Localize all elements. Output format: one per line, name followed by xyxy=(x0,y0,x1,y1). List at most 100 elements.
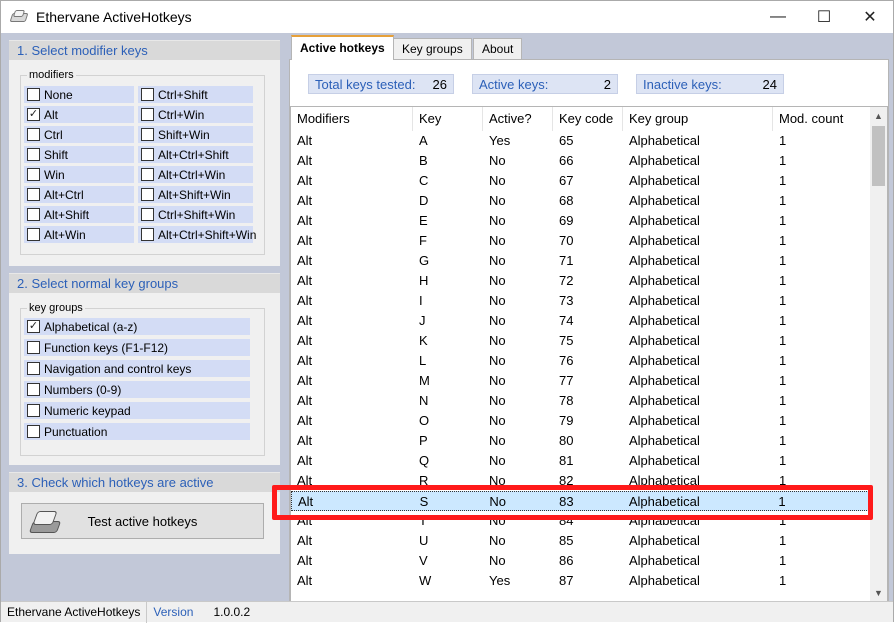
table-row[interactable]: Alt H No 72 Alphabetical 1 xyxy=(291,271,871,291)
checkbox-box[interactable] xyxy=(141,88,154,101)
close-button[interactable]: ✕ xyxy=(847,1,893,33)
table-row[interactable]: Alt P No 80 Alphabetical 1 xyxy=(291,431,871,451)
table-row[interactable]: Alt E No 69 Alphabetical 1 xyxy=(291,211,871,231)
active-keys-stat: Active keys: 2 xyxy=(472,74,618,94)
checkbox-ctrl-shift-win[interactable]: Ctrl+Shift+Win xyxy=(138,206,253,223)
checkbox-box[interactable] xyxy=(141,148,154,161)
checkbox-box[interactable] xyxy=(141,208,154,221)
checkmark-icon[interactable]: ✓ xyxy=(27,108,40,121)
cell-key: I xyxy=(419,293,423,308)
checkbox-box[interactable] xyxy=(27,168,40,181)
checkbox-alt-ctrl-shift[interactable]: Alt+Ctrl+Shift xyxy=(138,146,253,163)
table-row[interactable]: Alt I No 73 Alphabetical 1 xyxy=(291,291,871,311)
minimize-button[interactable]: — xyxy=(755,1,801,33)
app-window: Ethervane ActiveHotkeys — ☐ ✕ 1. Select … xyxy=(0,0,894,623)
checkbox-shift[interactable]: Shift xyxy=(24,146,134,163)
table-row[interactable]: Alt G No 71 Alphabetical 1 xyxy=(291,251,871,271)
checkbox-box[interactable] xyxy=(27,404,40,417)
table-row[interactable]: Alt C No 67 Alphabetical 1 xyxy=(291,171,871,191)
checkbox-box[interactable] xyxy=(27,188,40,201)
checkbox-shift-win[interactable]: Shift+Win xyxy=(138,126,253,143)
cell-active: No xyxy=(489,193,506,208)
table-row[interactable]: Alt B No 66 Alphabetical 1 xyxy=(291,151,871,171)
cell-key: F xyxy=(419,233,427,248)
hotkeys-table[interactable]: Modifiers Key Active? Key code Key group… xyxy=(290,106,888,602)
cell-key: A xyxy=(419,133,428,148)
cell-active: No xyxy=(489,293,506,308)
table-row[interactable]: Alt F No 70 Alphabetical 1 xyxy=(291,231,871,251)
table-row[interactable]: Alt A Yes 65 Alphabetical 1 xyxy=(291,131,871,151)
test-active-hotkeys-button[interactable]: Test active hotkeys xyxy=(21,503,264,539)
checkbox-box[interactable] xyxy=(141,168,154,181)
scroll-up-icon[interactable]: ▲ xyxy=(870,107,887,124)
vertical-scrollbar[interactable]: ▲ ▼ xyxy=(870,107,887,601)
tab-active-hotkeys[interactable]: Active hotkeys xyxy=(291,35,394,60)
table-row[interactable]: Alt W Yes 87 Alphabetical 1 xyxy=(291,571,871,591)
table-row[interactable]: Alt J No 74 Alphabetical 1 xyxy=(291,311,871,331)
column-header-key[interactable]: Key xyxy=(413,107,483,131)
checkbox-alphabetical-a-z[interactable]: ✓ Alphabetical (a-z) xyxy=(24,318,250,335)
table-row[interactable]: Alt K No 75 Alphabetical 1 xyxy=(291,331,871,351)
checkbox-box[interactable] xyxy=(27,341,40,354)
checkbox-alt-win[interactable]: Alt+Win xyxy=(24,226,134,243)
cell-mod-count: 1 xyxy=(779,193,787,208)
tab-about[interactable]: About xyxy=(473,38,523,59)
checkbox-navigation-and-control-keys[interactable]: Navigation and control keys xyxy=(24,360,250,377)
table-row[interactable]: Alt N No 78 Alphabetical 1 xyxy=(291,391,871,411)
maximize-button[interactable]: ☐ xyxy=(801,1,847,33)
table-row[interactable]: Alt V No 86 Alphabetical 1 xyxy=(291,551,871,571)
checkbox-box[interactable] xyxy=(141,228,154,241)
checkbox-box[interactable] xyxy=(27,148,40,161)
checkbox-box[interactable] xyxy=(27,383,40,396)
checkbox-box[interactable] xyxy=(27,128,40,141)
checkbox-none[interactable]: None xyxy=(24,86,134,103)
table-row[interactable]: Alt L No 76 Alphabetical 1 xyxy=(291,351,871,371)
checkbox-function-keys-f1-f12[interactable]: Function keys (F1-F12) xyxy=(24,339,250,356)
cell-active: No xyxy=(489,373,506,388)
checkbox-alt-shift[interactable]: Alt+Shift xyxy=(24,206,134,223)
cell-modifiers: Alt xyxy=(297,413,313,428)
column-header-key-code[interactable]: Key code xyxy=(553,107,623,131)
checkbox-ctrl-shift[interactable]: Ctrl+Shift xyxy=(138,86,253,103)
checkbox-alt-shift-win[interactable]: Alt+Shift+Win xyxy=(138,186,253,203)
checkbox-box[interactable] xyxy=(27,425,40,438)
checkbox-box[interactable] xyxy=(141,108,154,121)
checkbox-box[interactable] xyxy=(27,228,40,241)
title-bar[interactable]: Ethervane ActiveHotkeys — ☐ ✕ xyxy=(1,1,893,33)
checkmark-icon[interactable]: ✓ xyxy=(27,320,40,333)
tab-key-groups[interactable]: Key groups xyxy=(393,38,472,59)
checkbox-ctrl-win[interactable]: Ctrl+Win xyxy=(138,106,253,123)
checkbox-alt-ctrl-shift-win[interactable]: Alt+Ctrl+Shift+Win xyxy=(138,226,256,243)
checkbox-win[interactable]: Win xyxy=(24,166,134,183)
checkbox-alt[interactable]: ✓ Alt xyxy=(24,106,134,123)
scroll-down-icon[interactable]: ▼ xyxy=(870,584,887,601)
checkbox-label: None xyxy=(44,87,73,102)
checkbox-box[interactable] xyxy=(27,362,40,375)
column-header-mod-count[interactable]: Mod. count xyxy=(773,107,871,131)
scrollbar-thumb[interactable] xyxy=(872,126,885,186)
table-row[interactable]: Alt U No 85 Alphabetical 1 xyxy=(291,531,871,551)
column-header-modifiers[interactable]: Modifiers xyxy=(291,107,413,131)
checkbox-alt-ctrl-win[interactable]: Alt+Ctrl+Win xyxy=(138,166,253,183)
checkbox-punctuation[interactable]: Punctuation xyxy=(24,423,250,440)
cell-key-group: Alphabetical xyxy=(629,293,700,308)
checkbox-box[interactable] xyxy=(141,128,154,141)
table-row[interactable]: Alt Q No 81 Alphabetical 1 xyxy=(291,451,871,471)
checkbox-alt-ctrl[interactable]: Alt+Ctrl xyxy=(24,186,134,203)
checkbox-box[interactable] xyxy=(27,88,40,101)
cell-modifiers: Alt xyxy=(297,193,313,208)
column-header-key-group[interactable]: Key group xyxy=(623,107,773,131)
cell-key-code: 85 xyxy=(559,533,574,548)
column-header-active[interactable]: Active? xyxy=(483,107,553,131)
checkbox-box[interactable] xyxy=(141,188,154,201)
checkbox-numeric-keypad[interactable]: Numeric keypad xyxy=(24,402,250,419)
status-version-value: 1.0.0.2 xyxy=(213,605,251,619)
table-row[interactable]: Alt O No 79 Alphabetical 1 xyxy=(291,411,871,431)
checkbox-ctrl[interactable]: Ctrl xyxy=(24,126,134,143)
table-row[interactable]: Alt D No 68 Alphabetical 1 xyxy=(291,191,871,211)
total-keys-label: Total keys tested: xyxy=(315,76,416,92)
inactive-keys-label: Inactive keys: xyxy=(643,76,722,92)
checkbox-box[interactable] xyxy=(27,208,40,221)
table-row[interactable]: Alt M No 77 Alphabetical 1 xyxy=(291,371,871,391)
checkbox-numbers-0-9[interactable]: Numbers (0-9) xyxy=(24,381,250,398)
